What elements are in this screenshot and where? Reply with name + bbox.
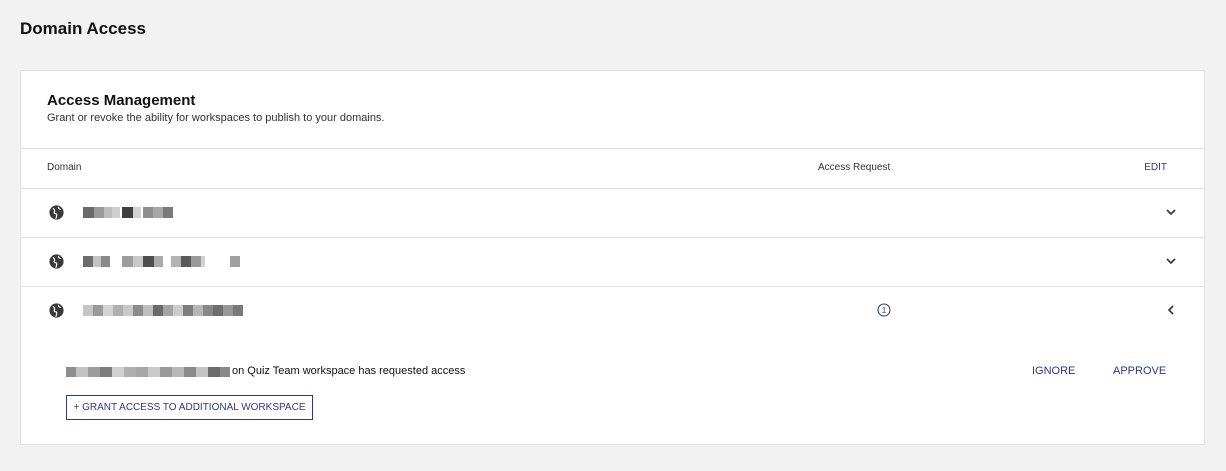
divider [21, 148, 1204, 149]
card-header: Access Management Grant or revoke the ab… [47, 92, 385, 124]
chevron-left-icon[interactable] [1164, 303, 1178, 317]
domain-row-expanded[interactable]: 1 [21, 287, 1204, 335]
approve-button[interactable]: APPROVE [1113, 365, 1166, 377]
globe-icon [49, 254, 64, 269]
pending-request-badge: 1 [877, 303, 891, 317]
domain-row[interactable] [21, 238, 1204, 286]
globe-icon [49, 303, 64, 318]
ignore-button[interactable]: IGNORE [1032, 365, 1075, 377]
chevron-down-icon[interactable] [1164, 205, 1178, 219]
globe-icon [49, 205, 64, 220]
page-title: Domain Access [20, 19, 146, 38]
grant-access-button[interactable]: + GRANT ACCESS TO ADDITIONAL WORKSPACE [66, 395, 313, 420]
card-title: Access Management [47, 92, 196, 109]
column-header-domain: Domain [47, 162, 82, 173]
access-management-card: Access Management Grant or revoke the ab… [20, 70, 1205, 445]
chevron-down-icon[interactable] [1164, 254, 1178, 268]
edit-button[interactable]: EDIT [1144, 162, 1167, 173]
domain-row[interactable] [21, 189, 1204, 237]
column-header-access-request: Access Request [818, 162, 891, 173]
card-subtitle: Grant or revoke the ability for workspac… [47, 112, 385, 124]
request-text: on Quiz Team workspace has requested acc… [232, 365, 466, 377]
pending-request-count: 1 [882, 306, 887, 315]
